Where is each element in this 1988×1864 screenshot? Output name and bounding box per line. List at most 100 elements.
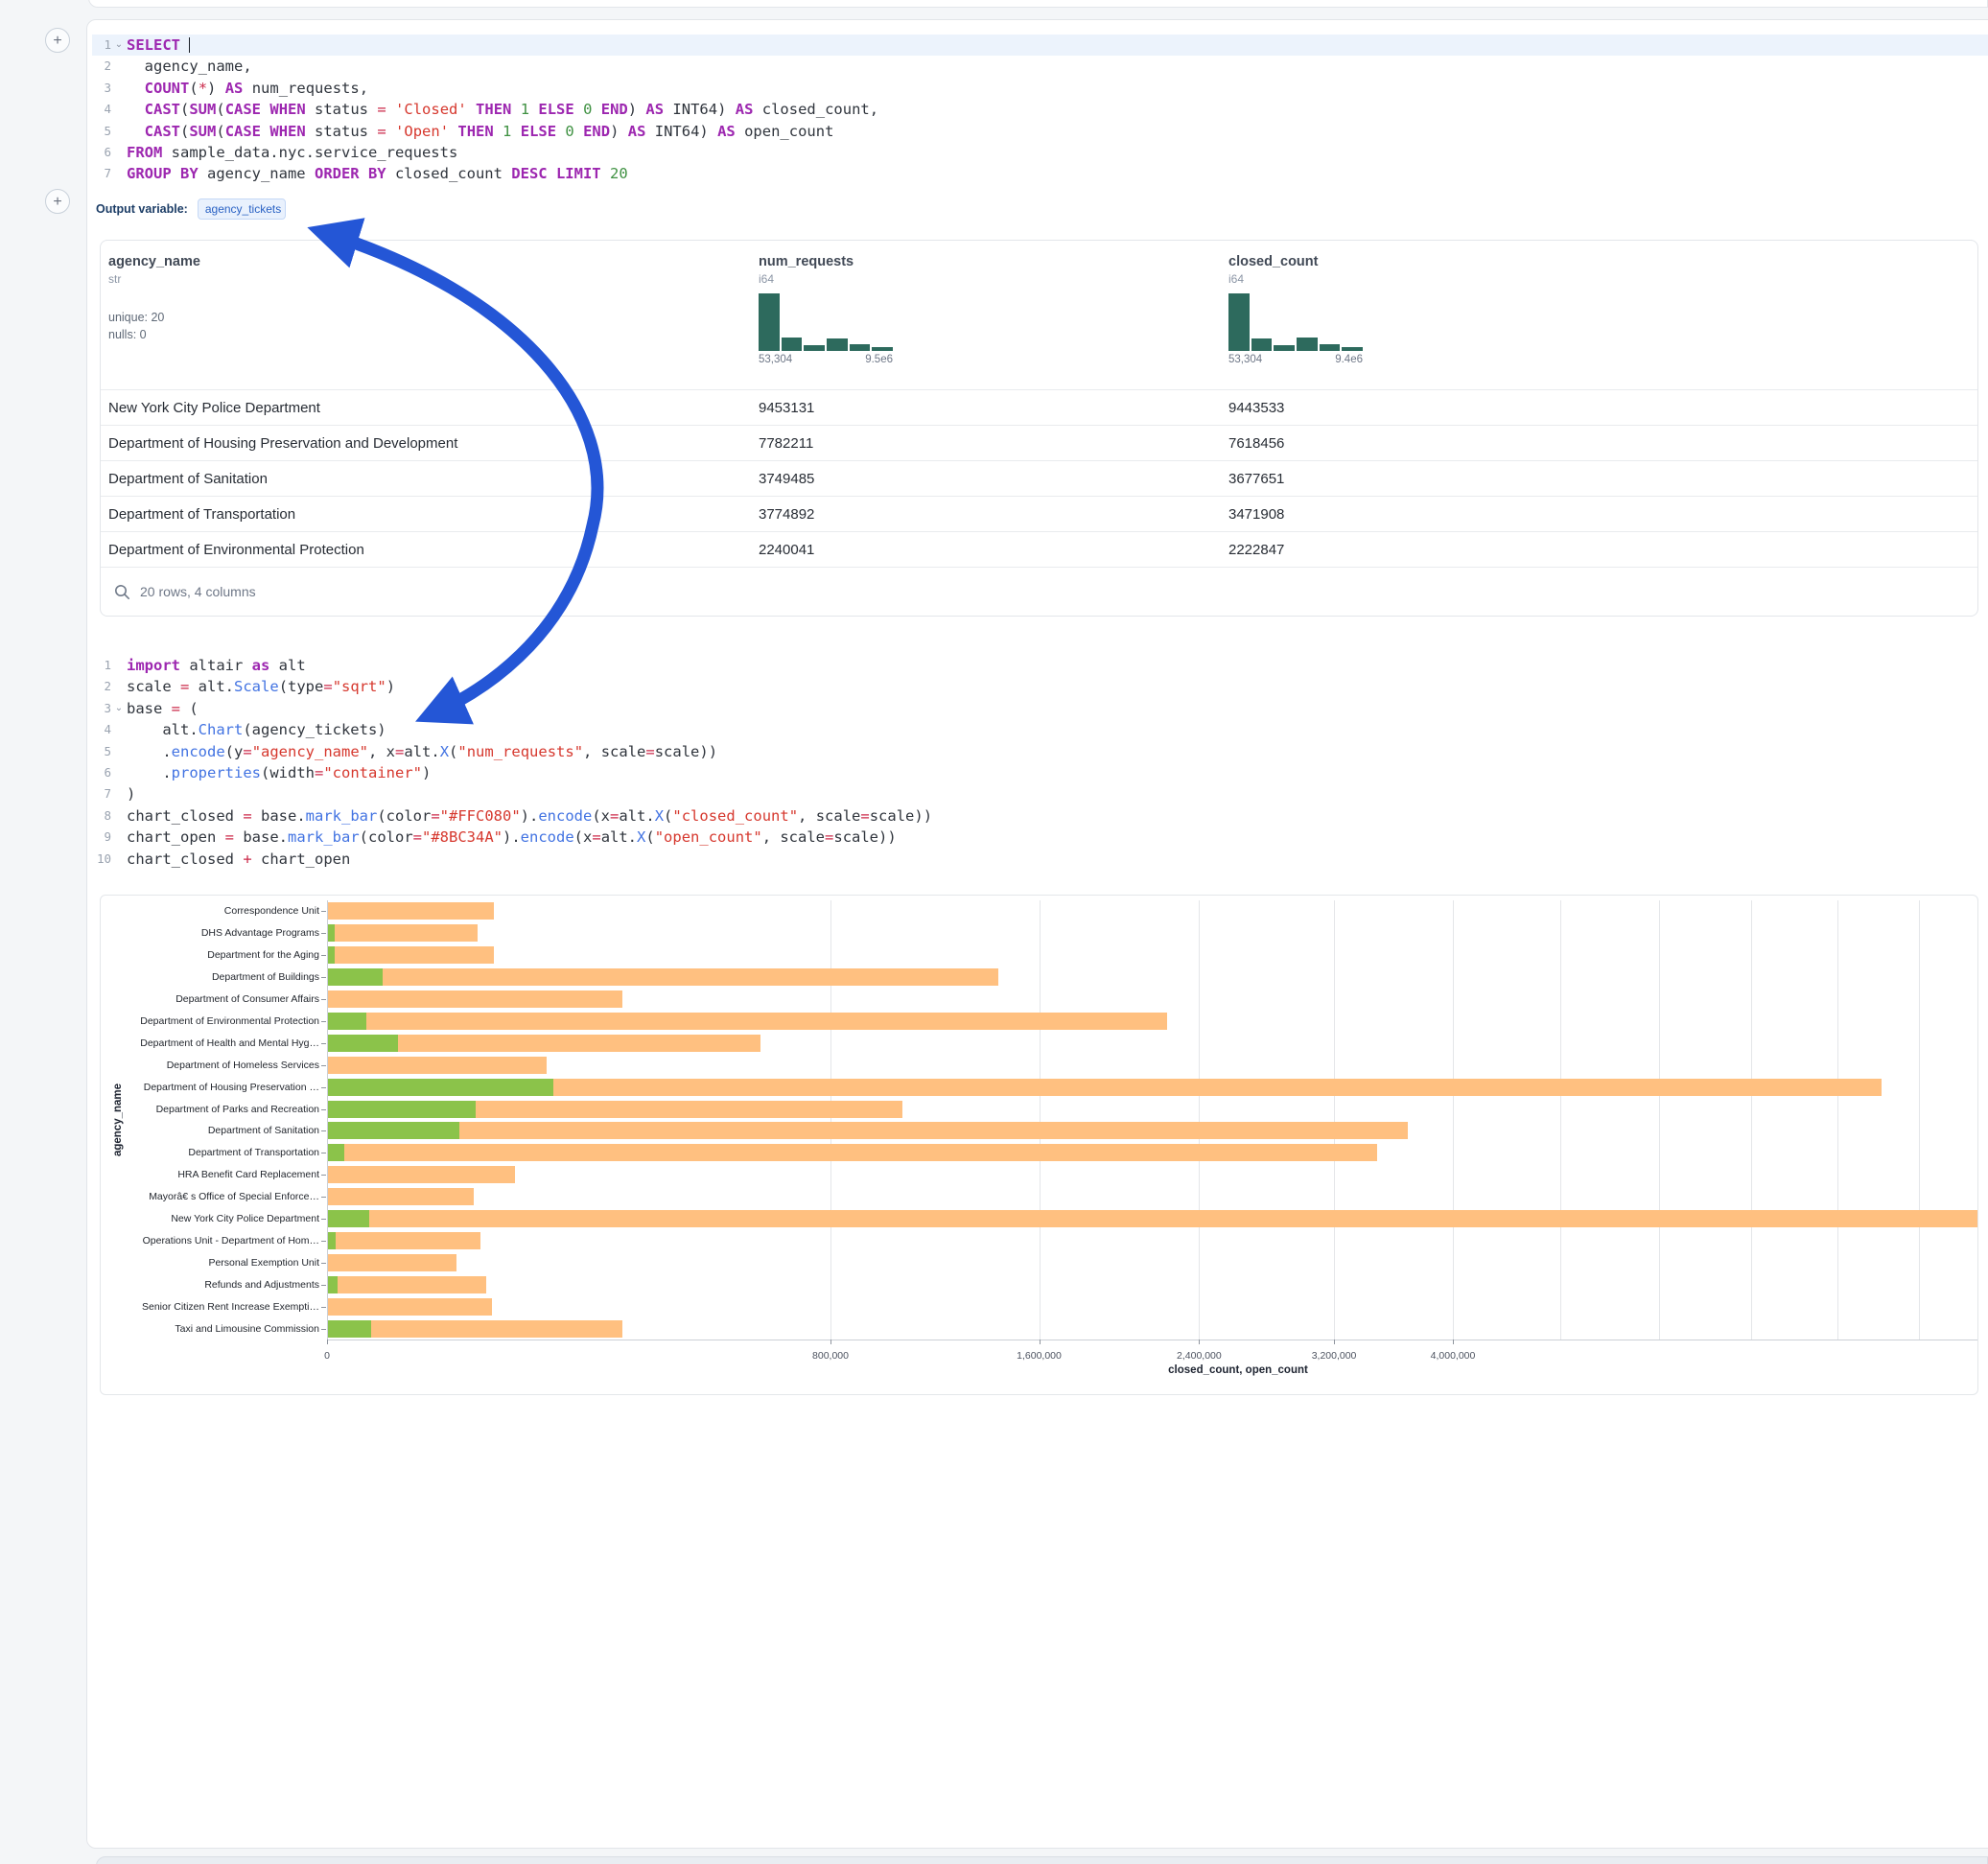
- column-type: i64: [759, 272, 1228, 286]
- bar-open: [328, 1210, 369, 1227]
- code-text: chart_closed + chart_open: [127, 849, 350, 870]
- column-name: agency_name: [108, 254, 759, 269]
- bar-open: [328, 1276, 338, 1293]
- bar-open: [328, 1320, 371, 1338]
- x-tick: [1453, 1340, 1454, 1344]
- table-row[interactable]: Department of Environmental Protection22…: [101, 531, 1977, 567]
- x-axis-title: closed_count, open_count: [1046, 1364, 1430, 1376]
- add-cell-button-middle[interactable]: +: [45, 189, 70, 214]
- y-category-label: Department of Homeless Services: [104, 1060, 319, 1071]
- table-cell: Department of Sanitation: [108, 471, 759, 487]
- plus-icon: +: [53, 194, 61, 210]
- y-category-label: Department of Sanitation: [104, 1125, 319, 1136]
- table-row[interactable]: Department of Housing Preservation and D…: [101, 425, 1977, 460]
- code-line[interactable]: 5 CAST(SUM(CASE WHEN status = 'Open' THE…: [92, 121, 1988, 142]
- table-cell: 3471908: [1228, 506, 1977, 523]
- y-tick: [321, 1219, 326, 1220]
- x-tick-label: 0: [269, 1350, 385, 1362]
- code-line[interactable]: 6FROM sample_data.nyc.service_requests: [92, 142, 1988, 163]
- y-tick: [321, 1263, 326, 1264]
- next-cell-edge: [96, 1856, 1988, 1864]
- code-text: .encode(y="agency_name", x=alt.X("num_re…: [127, 741, 717, 762]
- y-tick: [321, 1329, 326, 1330]
- code-text: COUNT(*) AS num_requests,: [127, 78, 368, 99]
- code-line[interactable]: 7): [92, 783, 1988, 804]
- bar-closed: [328, 924, 478, 942]
- table-cell: 3774892: [759, 506, 1228, 523]
- sql-editor[interactable]: 1⌄SELECT 2 agency_name,3 COUNT(*) AS num…: [92, 35, 1988, 185]
- bar-open: [328, 1232, 336, 1249]
- bar-closed: [328, 1254, 456, 1271]
- y-tick: [321, 999, 326, 1000]
- column-header-num-requests[interactable]: num_requests i64 53,3049.5e6: [759, 254, 1228, 389]
- code-line[interactable]: 2scale = alt.Scale(type="sqrt"): [92, 676, 1988, 697]
- histogram-bar: [1342, 347, 1363, 351]
- code-line[interactable]: 3 COUNT(*) AS num_requests,: [92, 78, 1988, 99]
- bar-closed: [328, 1144, 1377, 1161]
- histogram-bar: [1251, 338, 1273, 351]
- y-category-label: Senior Citizen Rent Increase Exempti…: [104, 1301, 319, 1313]
- y-category-label: Department of Consumer Affairs: [104, 993, 319, 1005]
- column-header-agency-name[interactable]: agency_name str unique: 20 nulls: 0: [108, 254, 759, 389]
- code-line[interactable]: 5 .encode(y="agency_name", x=alt.X("num_…: [92, 741, 1988, 762]
- code-line[interactable]: 8chart_closed = base.mark_bar(color="#FF…: [92, 805, 1988, 827]
- histogram-range: 53,3049.5e6: [759, 354, 893, 365]
- output-variable-chip[interactable]: agency_tickets: [198, 198, 286, 220]
- code-line[interactable]: 6 .properties(width="container"): [92, 762, 1988, 783]
- line-number: 5: [92, 121, 111, 142]
- bar-closed: [328, 968, 998, 986]
- column-histogram: [759, 293, 893, 351]
- line-number: 2: [92, 676, 111, 697]
- histogram-range: 53,3049.4e6: [1228, 354, 1363, 365]
- code-line[interactable]: 1⌄SELECT: [92, 35, 1988, 56]
- histogram-bar: [782, 338, 803, 351]
- x-tick: [327, 1340, 328, 1344]
- collapse-chevron-icon[interactable]: ⌄: [111, 698, 127, 719]
- histogram-bar: [1228, 293, 1250, 351]
- y-category-label: Refunds and Adjustments: [104, 1279, 319, 1291]
- column-header-closed-count[interactable]: closed_count i64 53,3049.4e6: [1228, 254, 1977, 389]
- table-row[interactable]: Department of Transportation377489234719…: [101, 496, 1977, 531]
- code-line[interactable]: 3⌄base = (: [92, 698, 1988, 719]
- chevron-spacer: [111, 142, 127, 163]
- output-variable-label: Output variable:: [96, 202, 188, 216]
- code-text: FROM sample_data.nyc.service_requests: [127, 142, 457, 163]
- search-icon[interactable]: [114, 584, 130, 600]
- chevron-spacer: [111, 676, 127, 697]
- chevron-spacer: [111, 827, 127, 848]
- y-tick: [321, 1307, 326, 1308]
- histogram-bar: [827, 338, 848, 351]
- code-line[interactable]: 10chart_closed + chart_open: [92, 849, 1988, 870]
- code-line[interactable]: 7GROUP BY agency_name ORDER BY closed_co…: [92, 163, 1988, 184]
- python-editor[interactable]: 1import altair as alt2scale = alt.Scale(…: [92, 655, 1988, 870]
- y-tick: [321, 1175, 326, 1176]
- table-cell: 7618456: [1228, 435, 1977, 452]
- y-tick: [321, 911, 326, 912]
- code-text: CAST(SUM(CASE WHEN status = 'Closed' THE…: [127, 99, 878, 120]
- code-text: GROUP BY agency_name ORDER BY closed_cou…: [127, 163, 628, 184]
- table-header: agency_name str unique: 20 nulls: 0 num_…: [101, 241, 1977, 389]
- code-line[interactable]: 4 CAST(SUM(CASE WHEN status = 'Closed' T…: [92, 99, 1988, 120]
- code-text: SELECT: [127, 35, 190, 56]
- collapse-chevron-icon[interactable]: ⌄: [111, 35, 127, 56]
- code-line[interactable]: 9chart_open = base.mark_bar(color="#8BC3…: [92, 827, 1988, 848]
- y-category-label: Personal Exemption Unit: [104, 1257, 319, 1269]
- bar-open: [328, 1013, 366, 1030]
- bar-open: [328, 1101, 476, 1118]
- code-line[interactable]: 2 agency_name,: [92, 56, 1988, 77]
- y-tick: [321, 1043, 326, 1044]
- y-tick: [321, 1197, 326, 1198]
- code-line[interactable]: 4 alt.Chart(agency_tickets): [92, 719, 1988, 740]
- table-row[interactable]: Department of Sanitation37494853677651: [101, 460, 1977, 496]
- add-cell-button-top[interactable]: +: [45, 28, 70, 53]
- chevron-spacer: [111, 719, 127, 740]
- chevron-spacer: [111, 655, 127, 676]
- gridline: [1751, 900, 1752, 1340]
- y-tick: [321, 1065, 326, 1066]
- line-number: 4: [92, 719, 111, 740]
- code-line[interactable]: 1import altair as alt: [92, 655, 1988, 676]
- table-row[interactable]: New York City Police Department945313194…: [101, 389, 1977, 425]
- table-cell: Department of Housing Preservation and D…: [108, 435, 759, 452]
- line-number: 8: [92, 805, 111, 827]
- bar-closed: [328, 1122, 1408, 1139]
